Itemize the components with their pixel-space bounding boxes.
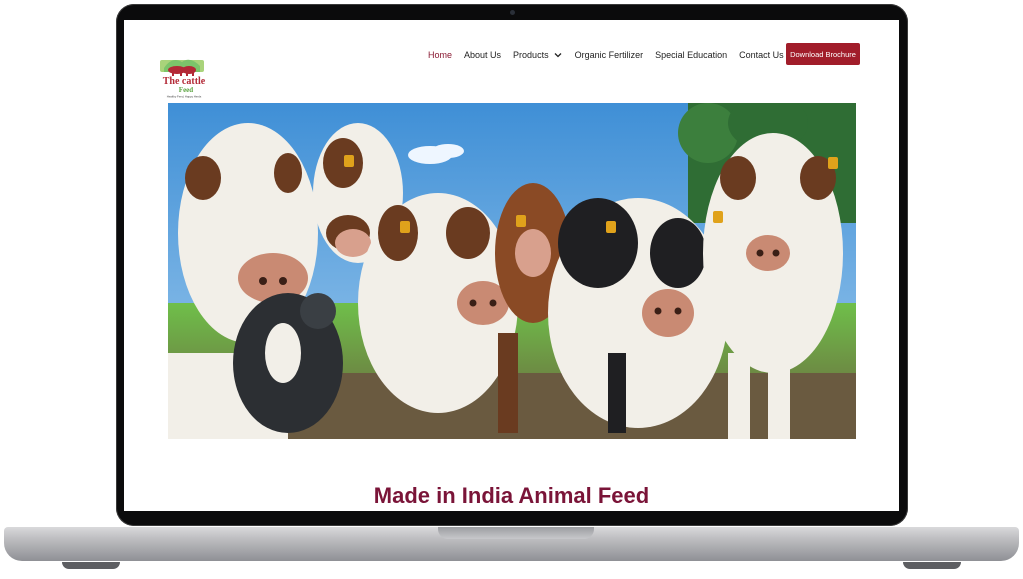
- download-brochure-button[interactable]: Download Brochure: [786, 43, 860, 65]
- laptop-base: [4, 527, 1019, 561]
- camera-icon: [510, 10, 515, 15]
- nav-fertilizer-label: Organic Fertilizer: [574, 50, 644, 60]
- site-logo[interactable]: The cattle Feed Healthy Feed, Happy Herd…: [154, 50, 214, 100]
- nav-about-us[interactable]: About Us: [464, 50, 501, 60]
- laptop-hinge-notch: [438, 527, 594, 539]
- main-navigation: Home About Us Products Organic Fertilize…: [428, 48, 796, 62]
- cows-photo-icon: [168, 103, 856, 439]
- svg-text:Feed: Feed: [179, 86, 193, 94]
- page-headline: Made in India Animal Feed: [373, 483, 650, 508]
- nav-about-label: About Us: [464, 50, 502, 60]
- nav-contact-label: Contact Us: [739, 50, 784, 60]
- laptop-foot-left: [62, 562, 120, 569]
- cattle-logo-icon: The cattle Feed Healthy Feed, Happy Herd…: [160, 59, 206, 99]
- laptop-foot-right: [903, 562, 961, 569]
- nav-products[interactable]: Products: [513, 50, 563, 60]
- nav-home[interactable]: Home: [428, 50, 452, 60]
- nav-home-label: Home: [428, 50, 453, 60]
- nav-education-label: Special Education: [655, 50, 728, 60]
- nav-products-label: Products: [513, 50, 549, 60]
- nav-special-education[interactable]: Special Education: [655, 50, 727, 60]
- nav-organic-fertilizer[interactable]: Organic Fertilizer: [575, 50, 644, 60]
- laptop-mockup: The cattle Feed Healthy Feed, Happy Herd…: [0, 0, 1023, 579]
- svg-text:Healthy Feed, Happy Herds: Healthy Feed, Happy Herds: [167, 95, 202, 99]
- nav-contact-us[interactable]: Contact Us: [739, 50, 784, 60]
- website-screen: The cattle Feed Healthy Feed, Happy Herd…: [124, 20, 899, 511]
- chevron-down-icon: [554, 53, 562, 58]
- hero-image: [168, 103, 856, 439]
